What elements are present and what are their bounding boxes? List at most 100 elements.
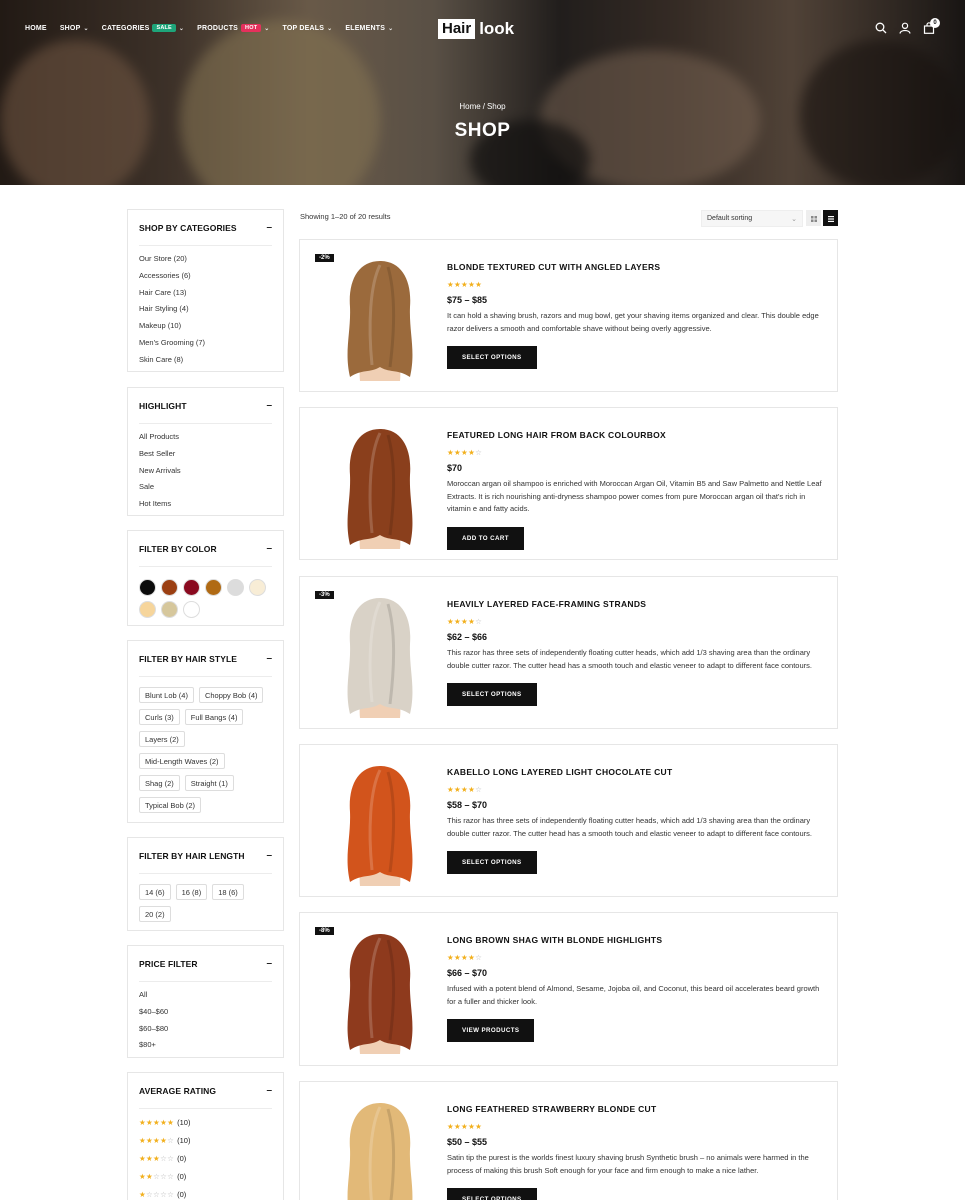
widget-title: HIGHLIGHT [139, 400, 187, 411]
color-swatch[interactable] [183, 601, 200, 618]
collapse-icon[interactable]: – [266, 1085, 272, 1096]
collapse-icon[interactable]: – [266, 222, 272, 233]
product-image[interactable] [330, 423, 430, 549]
hair-style-tag[interactable]: Blunt Lob (4) [139, 687, 194, 703]
nav-shop[interactable]: SHOP ⌄ [60, 25, 89, 32]
product-price: $50 – $55 [447, 1137, 488, 1147]
grid-view-button[interactable] [806, 210, 821, 226]
hair-length-tag[interactable]: 20 (2) [139, 906, 171, 922]
color-swatch[interactable] [227, 579, 244, 596]
cart-button[interactable]: 0 [923, 18, 940, 34]
product-info: LONG BROWN SHAG WITH BLONDE HIGHLIGHTS ★★… [447, 935, 822, 1043]
color-swatch[interactable] [205, 579, 222, 596]
highlight-item[interactable]: All Products [139, 429, 272, 446]
product-info: BLONDE TEXTURED CUT WITH ANGLED LAYERS ★★… [447, 262, 822, 370]
results-count: Showing 1–20 of 20 results [300, 212, 391, 221]
chevron-down-icon: ⌄ [178, 25, 185, 32]
user-icon[interactable] [899, 22, 911, 34]
color-swatch[interactable] [161, 601, 178, 618]
star-rating-icon: ★☆☆☆☆ [139, 1189, 175, 1199]
product-action-button[interactable]: SELECT OPTIONS [447, 346, 537, 370]
category-item[interactable]: Hair Styling (4) [139, 301, 272, 318]
color-swatch[interactable] [161, 579, 178, 596]
product-title[interactable]: LONG FEATHERED STRAWBERRY BLONDE CUT [447, 1104, 822, 1114]
product-action-button[interactable]: SELECT OPTIONS [447, 1188, 537, 1200]
collapse-icon[interactable]: – [266, 653, 272, 664]
nav-home[interactable]: HOME [25, 25, 47, 32]
category-item[interactable]: Our Store (20) [139, 251, 272, 268]
list-view-button[interactable] [823, 210, 838, 226]
product-image[interactable] [330, 592, 430, 718]
star-rating-icon: ★★★★★ [447, 1122, 483, 1131]
product-action-button[interactable]: SELECT OPTIONS [447, 851, 537, 875]
hair-style-tag[interactable]: Straight (1) [184, 775, 234, 791]
collapse-icon[interactable]: – [266, 850, 272, 861]
rating-filter-row[interactable]: ★☆☆☆☆ (0) [139, 1185, 272, 1200]
price-option[interactable]: $80+ [139, 1037, 272, 1054]
nav-categories[interactable]: CATEGORIES SALE ⌄ [102, 24, 184, 32]
sort-select[interactable]: Default sorting ⌄ [701, 210, 803, 227]
category-item[interactable]: Hair Care (13) [139, 285, 272, 302]
category-item[interactable]: Men's Grooming (7) [139, 335, 272, 352]
product-action-button[interactable]: SELECT OPTIONS [447, 683, 537, 707]
product-price: $58 – $70 [447, 800, 488, 810]
hair-style-tag[interactable]: Choppy Bob (4) [198, 687, 264, 703]
widget-hair-style: FILTER BY HAIR STYLE – Blunt Lob (4) Cho… [127, 640, 284, 823]
highlight-item[interactable]: Best Seller [139, 446, 272, 463]
hair-style-tag[interactable]: Full Bangs (4) [184, 709, 244, 725]
search-icon[interactable] [875, 22, 887, 34]
collapse-icon[interactable]: – [266, 543, 272, 554]
color-swatch[interactable] [183, 579, 200, 596]
category-item[interactable]: Accessories (6) [139, 268, 272, 285]
product-action-button[interactable]: VIEW PRODUCTS [447, 1019, 535, 1043]
nav-elements[interactable]: ELEMENTS ⌄ [345, 25, 393, 32]
nav-label: CATEGORIES [101, 24, 150, 32]
rating-filter-row[interactable]: ★★☆☆☆ (0) [139, 1167, 272, 1185]
category-item[interactable]: Skin Care (8) [139, 352, 272, 369]
hair-length-tag[interactable]: 18 (6) [212, 884, 244, 900]
collapse-icon[interactable]: – [266, 400, 272, 411]
nav-label: ELEMENTS [345, 24, 386, 32]
widget-header: FILTER BY HAIR LENGTH – [139, 838, 272, 874]
hair-style-tag[interactable]: Shag (2) [139, 775, 180, 791]
breadcrumb-home[interactable]: Home [459, 102, 480, 111]
rating-filter-row[interactable]: ★★★★☆ (10) [139, 1132, 272, 1150]
product-title[interactable]: BLONDE TEXTURED CUT WITH ANGLED LAYERS [447, 262, 822, 272]
product-price: $75 – $85 [447, 295, 488, 305]
product-title[interactable]: LONG BROWN SHAG WITH BLONDE HIGHLIGHTS [447, 935, 822, 945]
collapse-icon[interactable]: – [266, 958, 272, 969]
highlight-item[interactable]: New Arrivals [139, 463, 272, 480]
color-swatch[interactable] [249, 579, 266, 596]
rating-filter-row[interactable]: ★★★★★ (10) [139, 1114, 272, 1132]
product-title[interactable]: KABELLO LONG LAYERED LIGHT CHOCOLATE CUT [447, 767, 822, 777]
price-option[interactable]: All [139, 987, 272, 1004]
price-option[interactable]: $40–$60 [139, 1004, 272, 1021]
product-card: KABELLO LONG LAYERED LIGHT CHOCOLATE CUT… [299, 744, 838, 897]
hair-length-tag[interactable]: 16 (8) [175, 884, 208, 900]
nav-top-deals[interactable]: TOP DEALS ⌄ [283, 25, 333, 32]
rating-filter-row[interactable]: ★★★☆☆ (0) [139, 1150, 272, 1168]
hair-length-tag[interactable]: 14 (6) [139, 884, 171, 900]
highlight-item[interactable]: Sale [139, 479, 272, 496]
hair-style-tag[interactable]: Layers (2) [139, 731, 185, 747]
hair-style-tag[interactable]: Mid-Length Waves (2) [139, 753, 225, 769]
product-image[interactable] [330, 1097, 430, 1200]
color-swatch[interactable] [139, 601, 156, 618]
nav-products[interactable]: PRODUCTS HOT ⌄ [197, 24, 269, 32]
price-option[interactable]: $60–$80 [139, 1021, 272, 1038]
product-title[interactable]: FEATURED LONG HAIR FROM BACK COLOURBOX [447, 430, 822, 440]
hair-style-tag[interactable]: Curls (3) [139, 709, 180, 725]
rating-count: (0) [177, 1153, 187, 1163]
product-image[interactable] [330, 928, 430, 1054]
highlight-item[interactable]: Hot Items [139, 496, 272, 513]
product-title[interactable]: HEAVILY LAYERED FACE-FRAMING STRANDS [447, 599, 822, 609]
site-logo[interactable]: Hair look [438, 19, 514, 39]
hair-style-tag[interactable]: Typical Bob (2) [139, 797, 202, 813]
widget-title: FILTER BY HAIR STYLE [139, 653, 238, 664]
color-swatch[interactable] [139, 579, 156, 596]
rating-count: (0) [177, 1189, 187, 1199]
category-item[interactable]: Makeup (10) [139, 318, 272, 335]
product-image[interactable] [330, 760, 430, 886]
product-action-button[interactable]: ADD TO CART [447, 526, 524, 550]
product-image[interactable] [330, 255, 430, 381]
